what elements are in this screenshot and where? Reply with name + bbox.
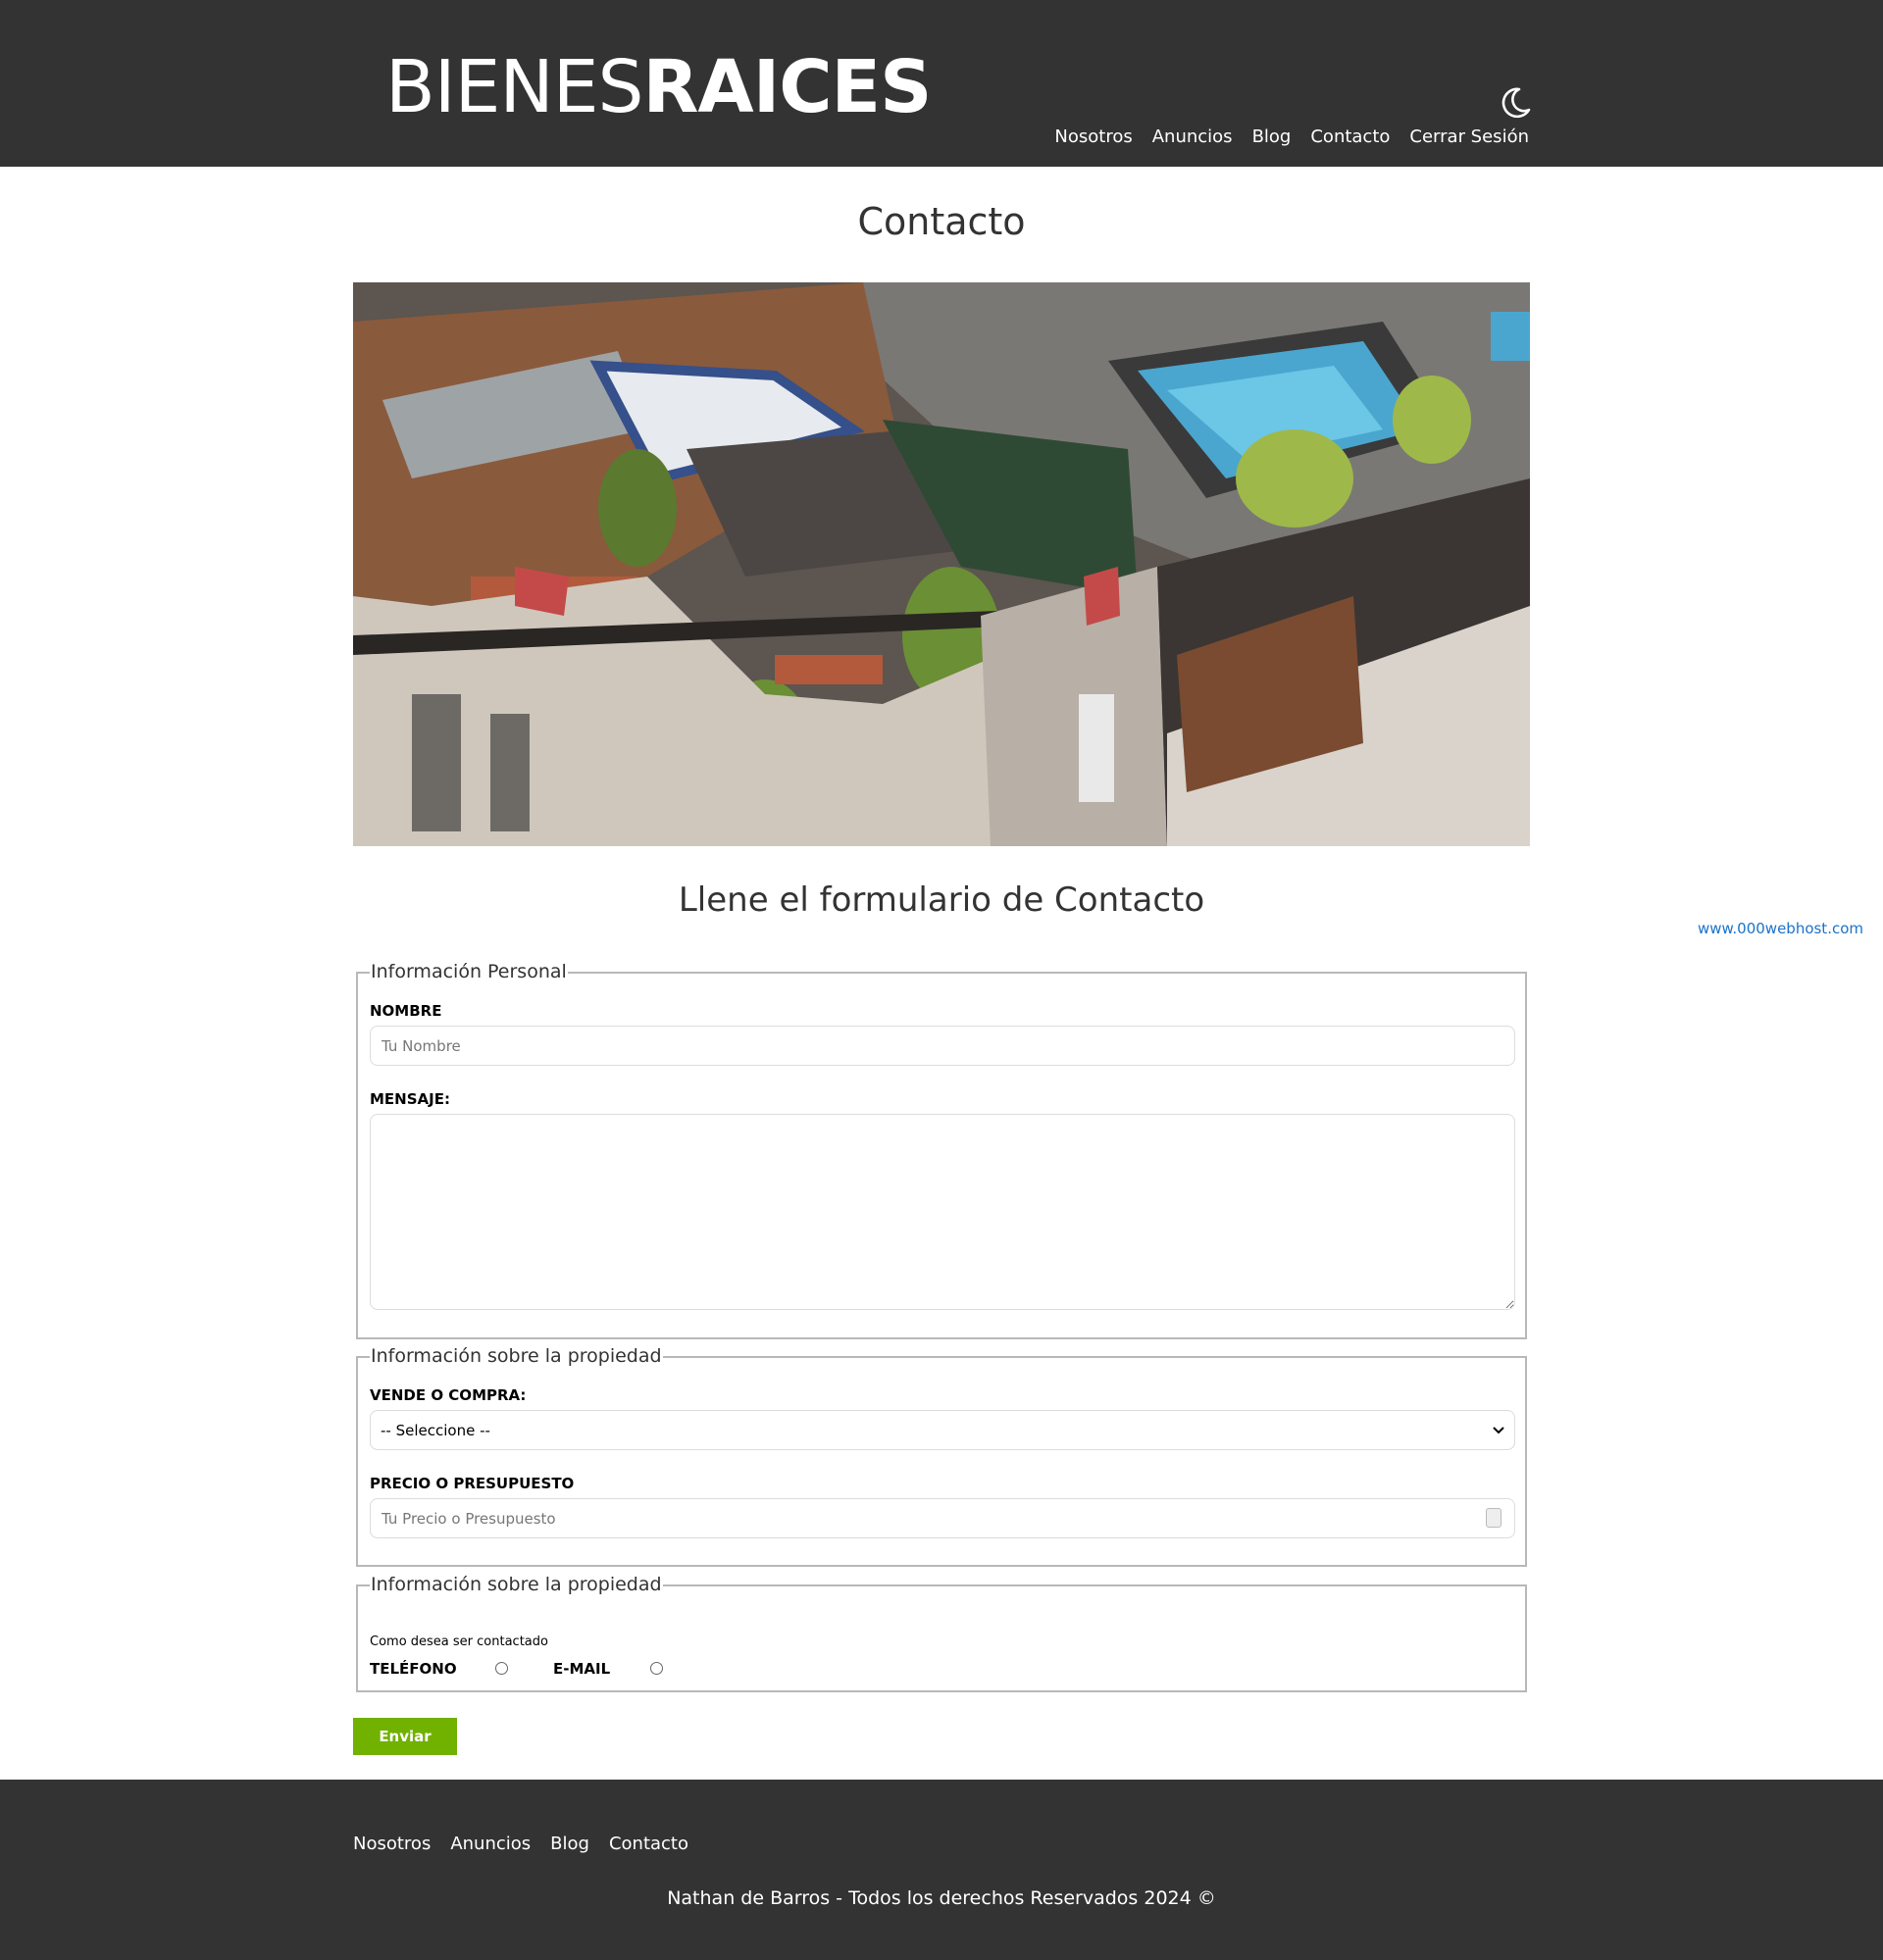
email-option-label: E-mail [553, 1660, 611, 1678]
page-title: Contacto [857, 200, 1026, 243]
chevron-down-icon [1493, 1426, 1504, 1433]
moon-icon[interactable] [1498, 85, 1533, 121]
phone-radio[interactable] [495, 1662, 508, 1675]
nav-nosotros[interactable]: Nosotros [1054, 126, 1132, 147]
site-footer: Nosotros Anuncios Blog Contacto Nathan d… [0, 1780, 1883, 1960]
buy-sell-select[interactable]: -- Seleccione -- [370, 1410, 1515, 1450]
nav-blog[interactable]: Blog [1252, 126, 1292, 147]
footer-nav-nosotros[interactable]: Nosotros [353, 1834, 431, 1854]
site-logo[interactable]: BIENESRAICES [385, 51, 932, 124]
footer-nav: Nosotros Anuncios Blog Contacto [353, 1834, 688, 1854]
footer-nav-anuncios[interactable]: Anuncios [450, 1834, 531, 1854]
buy-sell-selected-value: -- Seleccione -- [381, 1421, 490, 1439]
site-header: BIENESRAICES Nosotros Anuncios Blog Cont… [0, 0, 1883, 167]
nav-anuncios[interactable]: Anuncios [1152, 126, 1233, 147]
logo-bold-text: RAICES [642, 45, 932, 129]
logo-light-text: BIENES [385, 45, 643, 129]
number-spinner-icon[interactable] [1486, 1508, 1501, 1528]
message-textarea[interactable] [370, 1114, 1515, 1310]
email-radio[interactable] [650, 1662, 663, 1675]
message-label: Mensaje: [370, 1090, 450, 1108]
submit-button[interactable]: Enviar [353, 1718, 457, 1755]
fieldset-personal-legend: Información Personal [370, 961, 568, 982]
price-input[interactable] [370, 1498, 1515, 1538]
fieldset-contact-method: Información sobre la propiedad Como dese… [356, 1574, 1527, 1692]
buy-sell-label: Vende o Compra: [370, 1386, 527, 1404]
main-nav: Nosotros Anuncios Blog Contacto Cerrar S… [1054, 126, 1529, 147]
fieldset-contact-legend: Información sobre la propiedad [370, 1574, 663, 1595]
contact-method-prompt: Como desea ser contactado [370, 1634, 548, 1649]
fieldset-property-legend: Información sobre la propiedad [370, 1345, 663, 1367]
fieldset-personal: Información Personal Nombre Mensaje: [356, 961, 1527, 1339]
footer-nav-contacto[interactable]: Contacto [609, 1834, 688, 1854]
name-input[interactable] [370, 1026, 1515, 1066]
contact-hero-image [353, 282, 1530, 846]
phone-option-label: Teléfono [370, 1660, 457, 1678]
nav-contacto[interactable]: Contacto [1310, 126, 1390, 147]
footer-nav-blog[interactable]: Blog [550, 1834, 589, 1854]
webhost-link[interactable]: www.000webhost.com [1698, 920, 1863, 937]
name-label: Nombre [370, 1002, 442, 1020]
nav-cerrar-sesion[interactable]: Cerrar Sesión [1409, 126, 1529, 147]
form-title: Llene el formulario de Contacto [678, 880, 1205, 920]
price-label: Precio o Presupuesto [370, 1475, 575, 1492]
copyright-text: Nathan de Barros - Todos los derechos Re… [667, 1887, 1216, 1909]
fieldset-property: Información sobre la propiedad Vende o C… [356, 1345, 1527, 1567]
